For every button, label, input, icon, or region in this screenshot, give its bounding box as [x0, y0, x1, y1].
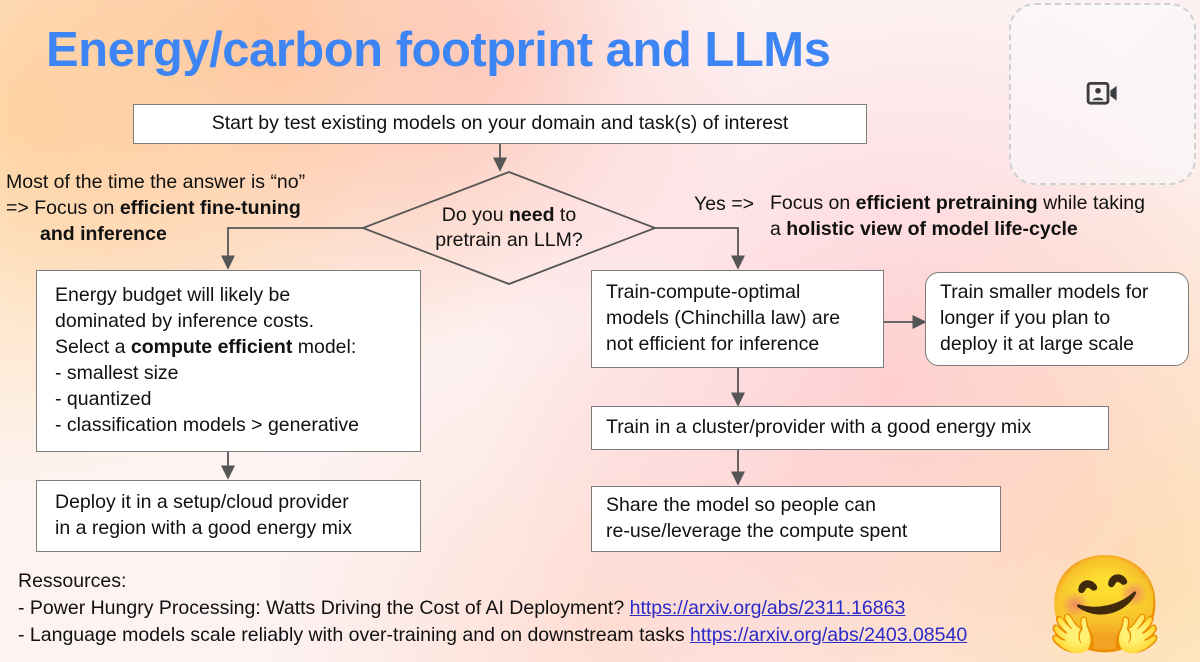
energy-budget-box: Energy budget will likely be dominated b… — [36, 270, 421, 452]
energy-l3-bold: compute efficient — [130, 336, 293, 359]
resources-section: Ressources: - Power Hungry Processing: W… — [18, 568, 967, 649]
left-anno-l1: Most of the time the answer is “no” — [6, 171, 306, 193]
right-anno-l1-bold: efficient pretraining — [855, 192, 1038, 214]
right-anno-l2-bold: holistic view of model life-cycle — [786, 217, 1078, 240]
deploy-box: Deploy it in a setup/cloud provider in a… — [36, 480, 421, 552]
energy-l4: - smallest size — [55, 362, 179, 384]
energy-l2: dominated by inference costs. — [55, 310, 315, 333]
decision-l1-post: to — [554, 203, 577, 226]
decision-l2: pretrain an LLM? — [435, 229, 583, 251]
slide-canvas: Energy/carbon footprint and LLMs Start b… — [0, 0, 1200, 662]
smaller-l3: deploy it at large scale — [940, 332, 1135, 355]
resource-link-1[interactable]: https://arxiv.org/abs/2311.16863 — [630, 597, 906, 619]
decision-diamond: Do you need to pretrain an LLM? — [363, 172, 655, 284]
smaller-l1: Train smaller models for — [940, 281, 1149, 304]
right-anno-l1-pre: Focus on — [770, 192, 856, 214]
decision-l1-pre: Do you — [441, 203, 509, 226]
resources-heading: Ressources: — [18, 570, 127, 592]
resource-item-1-text: - Power Hungry Processing: Watts Driving… — [18, 596, 630, 619]
deploy-l1: Deploy it in a setup/cloud provider — [55, 491, 349, 514]
left-anno-l2-pre: => Focus on — [6, 196, 120, 219]
chinchilla-l2: models (Chinchilla law) are — [606, 307, 841, 330]
person-video-icon — [1086, 77, 1120, 111]
decision-diamond-label: Do you need to pretrain an LLM? — [363, 172, 655, 284]
smaller-l2: longer if you plan to — [940, 307, 1111, 330]
resource-item-1: - Power Hungry Processing: Watts Driving… — [18, 595, 967, 622]
hugging-face-emoji: 🤗 — [1046, 552, 1165, 658]
right-anno-l2-pre: a — [770, 217, 787, 240]
share-l1: Share the model so people can — [606, 494, 876, 517]
deploy-l2: in a region with a good energy mix — [55, 517, 353, 539]
resource-link-2[interactable]: https://arxiv.org/abs/2403.08540 — [690, 624, 967, 646]
smaller-models-box: Train smaller models for longer if you p… — [925, 272, 1189, 366]
right-annotation-yes: Yes => — [694, 192, 754, 218]
resource-item-2: - Language models scale reliably with ov… — [18, 622, 967, 649]
left-anno-l3-bold: and inference — [40, 222, 167, 245]
share-box: Share the model so people can re-use/lev… — [591, 486, 1001, 552]
cluster-box: Train in a cluster/provider with a good … — [591, 406, 1109, 450]
start-box: Start by test existing models on your do… — [133, 104, 867, 144]
start-box-text: Start by test existing models on your do… — [211, 112, 789, 135]
right-annotation: Focus on efficient pretraining while tak… — [770, 191, 1145, 243]
energy-l6: - classification models > generative — [55, 413, 360, 436]
energy-l5: - quantized — [55, 387, 152, 410]
energy-l3-pre: Select a — [55, 336, 131, 359]
share-l2: re-use/leverage the compute spent — [606, 520, 908, 542]
chinchilla-l1: Train-compute-optimal — [606, 281, 801, 304]
video-placeholder[interactable] — [1009, 3, 1196, 185]
cluster-text: Train in a cluster/provider with a good … — [606, 416, 1032, 439]
yes-label: Yes => — [694, 193, 755, 215]
energy-l1: Energy budget will likely be — [55, 284, 291, 307]
resource-item-2-text: - Language models scale reliably with ov… — [18, 623, 691, 646]
left-annotation: Most of the time the answer is “no” => F… — [6, 170, 305, 248]
left-anno-l2-bold: efficient fine-tuning — [119, 196, 301, 219]
right-anno-l1-post: while taking — [1037, 192, 1145, 214]
chinchilla-l3: not efficient for inference — [606, 332, 820, 355]
chinchilla-box: Train-compute-optimal models (Chinchilla… — [591, 270, 884, 368]
decision-l1-bold: need — [509, 203, 555, 226]
page-title: Energy/carbon footprint and LLMs — [46, 23, 831, 77]
energy-l3-post: model: — [292, 336, 357, 359]
